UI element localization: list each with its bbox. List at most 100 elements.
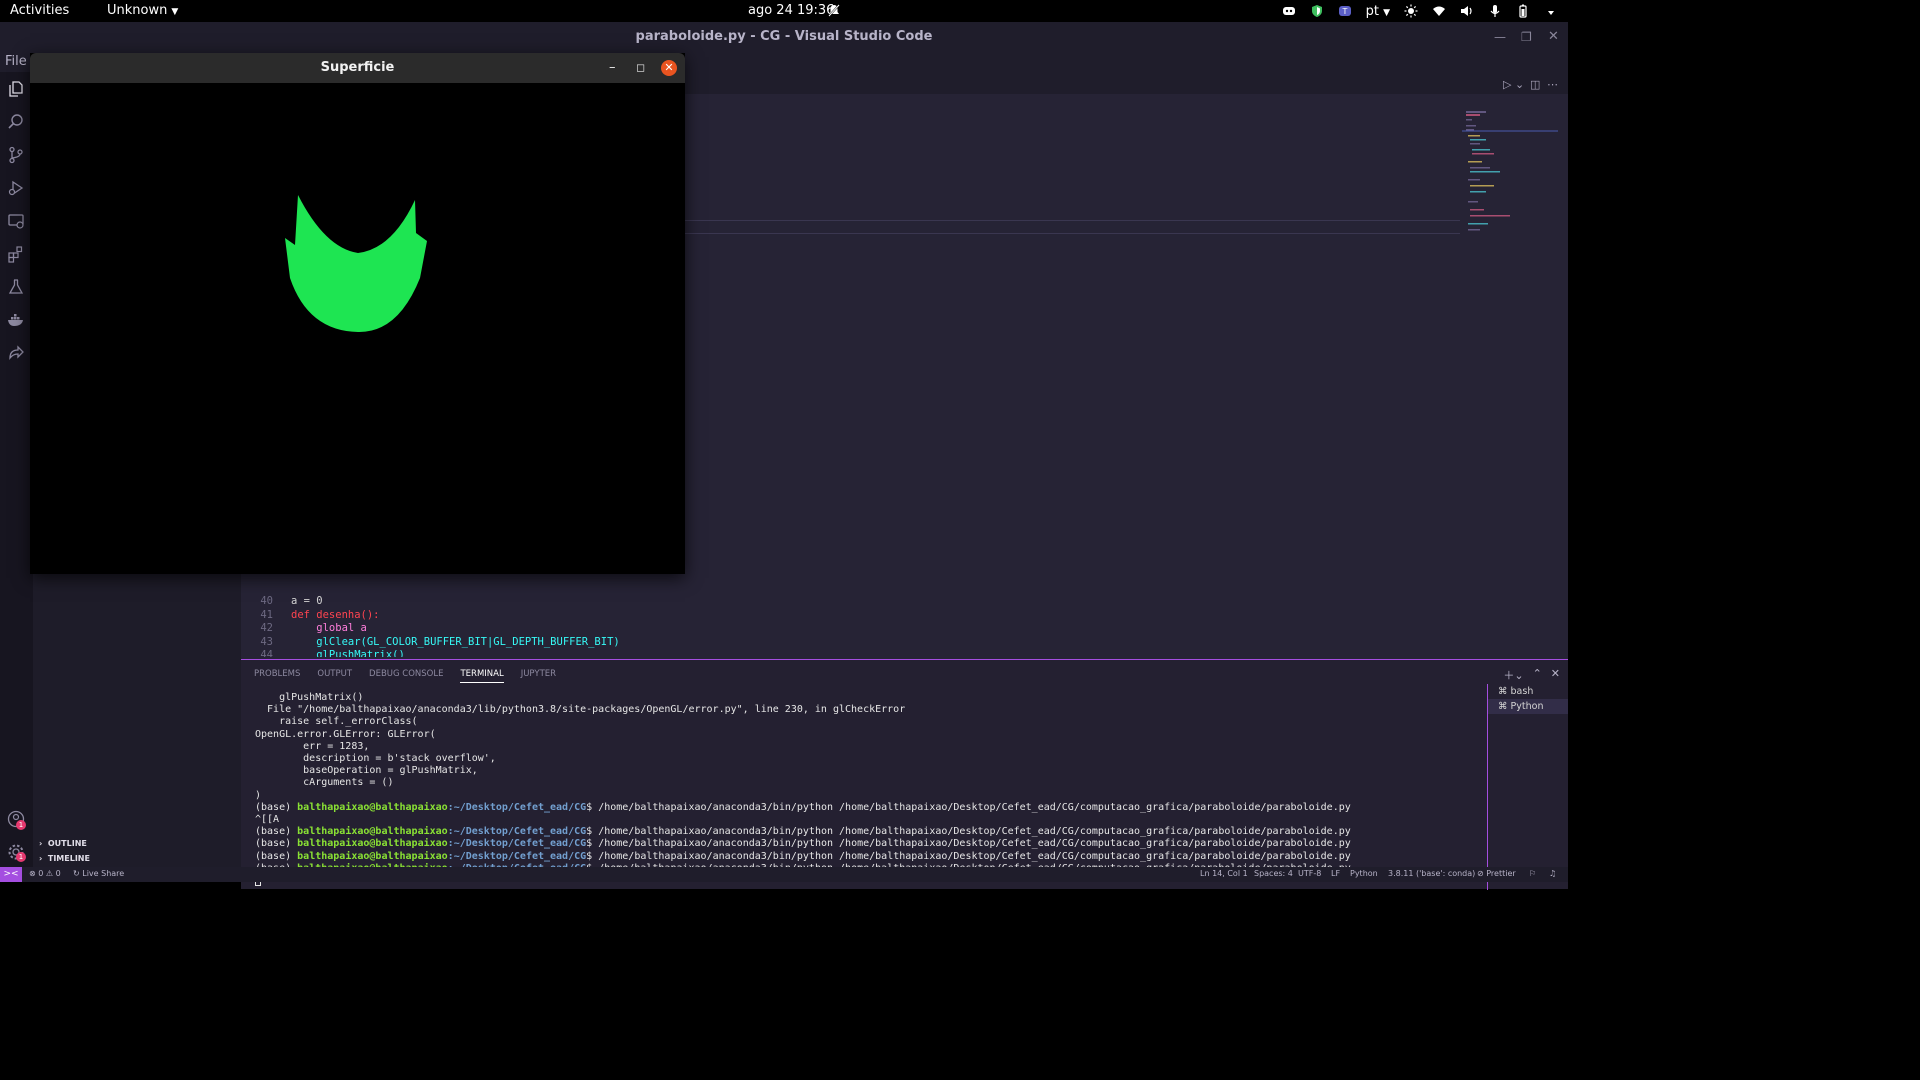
opengl-window: Superficie – ◻ ✕: [30, 53, 685, 574]
code-editor-lines[interactable]: 40 a = 0 41 def desenha(): 42 global a 43 …: [241, 595, 1461, 657]
window-title: paraboloide.py - CG - Visual Studio Code: [0, 22, 1568, 52]
tab-debug-console[interactable]: DEBUG CONSOLE: [369, 669, 443, 683]
terminal-line: File "/home/balthapaixao/anaconda3/lib/p…: [255, 704, 906, 716]
terminal-line: ^[[A: [255, 814, 280, 826]
activities-button[interactable]: Activities: [10, 3, 69, 18]
remote-indicator[interactable]: ><: [0, 867, 22, 882]
brightness-icon[interactable]: [1404, 4, 1418, 18]
line-number: 40: [260, 595, 273, 607]
volume-icon[interactable]: [1460, 4, 1474, 18]
terminal-line: OpenGL.error.GLError: GLError(: [255, 728, 436, 740]
prompt-user: balthapaixao@balthapaixao: [297, 826, 448, 838]
line-number: 44: [260, 649, 273, 658]
end-of-line[interactable]: LF: [1331, 869, 1340, 878]
encoding[interactable]: UTF-8: [1298, 869, 1321, 878]
prettier-status[interactable]: ⊘ Prettier: [1477, 869, 1516, 878]
remote-explorer-icon[interactable]: [7, 212, 25, 230]
outline-section[interactable]: › OUTLINE: [39, 839, 87, 848]
more-actions-icon[interactable]: ⋯: [1547, 78, 1558, 91]
discord-icon[interactable]: [1282, 4, 1296, 18]
docker-icon[interactable]: [7, 311, 25, 329]
paraboloid-surface: [285, 195, 427, 333]
settings-badge: 1: [16, 852, 26, 862]
power-menu-icon[interactable]: [1544, 4, 1558, 18]
wifi-icon[interactable]: [1432, 4, 1446, 18]
prompt-symbol: $: [586, 838, 599, 850]
terminal-line: raise self._errorClass(: [255, 716, 418, 728]
app-menu[interactable]: Unknown ▼: [107, 3, 178, 18]
minimize-icon[interactable]: —: [1494, 22, 1506, 52]
minimap[interactable]: [1462, 109, 1558, 249]
terminal-item-bash[interactable]: ⌘ bash: [1488, 684, 1568, 699]
close-icon[interactable]: ✕: [661, 60, 677, 76]
prompt-command: /home/balthapaixao/anaconda3/bin/python …: [598, 850, 1351, 862]
feedback-icon[interactable]: ⚐: [1529, 869, 1536, 878]
language-mode[interactable]: Python: [1350, 869, 1378, 878]
terminal-line: baseOperation = glPushMatrix,: [255, 765, 478, 777]
terminal-icon: ⌘: [1498, 686, 1511, 697]
close-icon[interactable]: ✕: [1548, 22, 1559, 52]
live-share-icon: ↻: [73, 869, 83, 878]
live-share-icon[interactable]: [7, 344, 25, 362]
prompt-command: /home/balthapaixao/anaconda3/bin/python …: [598, 826, 1351, 838]
terminal-list: ⌘ bash ⌘ Python: [1487, 684, 1568, 890]
code-text: def desenha():: [291, 608, 380, 621]
system-tray: T pt ▼: [1282, 2, 1558, 20]
clock[interactable]: ago 24 19:36: [748, 3, 834, 18]
timeline-section[interactable]: › TIMELINE: [39, 854, 90, 863]
notifications-icon[interactable]: ♫: [1549, 869, 1556, 878]
maximize-icon[interactable]: ◻: [636, 53, 645, 83]
extensions-icon[interactable]: [7, 245, 25, 263]
cursor-position[interactable]: Ln 14, Col 1: [1200, 869, 1248, 878]
maximize-panel-icon[interactable]: ⌃: [1533, 667, 1542, 683]
line-number: 43: [260, 635, 273, 648]
tab-terminal[interactable]: TERMINAL: [460, 669, 504, 683]
code-line: 42 global a: [241, 622, 1461, 636]
language-indicator[interactable]: pt ▼: [1366, 4, 1390, 19]
code-line: 44 glPushMatrix(): [241, 649, 1461, 657]
tab-jupyter[interactable]: JUPYTER: [521, 669, 556, 683]
menu-file[interactable]: File: [5, 54, 27, 69]
terminal-item-python[interactable]: ⌘ Python: [1488, 699, 1568, 714]
split-editor-icon[interactable]: ◫: [1530, 78, 1540, 91]
problems-count[interactable]: ⊗ 0 ⚠ 0: [29, 869, 61, 878]
new-terminal-icon[interactable]: ＋⌄: [1503, 667, 1523, 683]
prompt-env: (base): [255, 826, 298, 838]
code-line: 43 glClear(GL_COLOR_BUFFER_BIT|GL_DEPTH_…: [241, 636, 1461, 650]
tab-output[interactable]: OUTPUT: [317, 669, 352, 683]
indentation[interactable]: Spaces: 4: [1254, 869, 1293, 878]
testing-flask-icon[interactable]: [7, 278, 25, 296]
terminal-prompt-line: (base) balthapaixao@balthapaixao:~/Deskt…: [255, 802, 1485, 814]
app-menu-label: Unknown: [107, 3, 168, 18]
teams-icon[interactable]: T: [1338, 4, 1352, 18]
gnome-top-bar: Activities Unknown ▼ ago 24 19:36 T pt ▼: [0, 0, 1568, 22]
prompt-user: balthapaixao@balthapaixao: [297, 850, 448, 862]
run-debug-icon[interactable]: [7, 179, 25, 197]
run-python-icon[interactable]: ▷ ⌄: [1503, 78, 1524, 91]
outline-label: OUTLINE: [47, 839, 87, 848]
terminal-output[interactable]: glPushMatrix() File "/home/balthapaixao/…: [255, 692, 1485, 888]
prompt-path: :~/Desktop/Cefet_ead/CG: [447, 801, 587, 813]
terminal-prompt-line: (base) balthapaixao@balthapaixao:~/Deskt…: [255, 826, 1485, 838]
source-control-icon[interactable]: [7, 146, 25, 164]
current-line-highlight-bottom: [684, 233, 1460, 234]
terminal-line: description = b'stack overflow',: [255, 753, 496, 765]
search-icon[interactable]: [7, 113, 25, 131]
battery-icon[interactable]: [1516, 4, 1530, 18]
tab-problems[interactable]: PROBLEMS: [254, 669, 300, 683]
explorer-icon[interactable]: [7, 80, 25, 98]
opengl-canvas[interactable]: [30, 83, 685, 574]
prompt-command: /home/balthapaixao/anaconda3/bin/python …: [598, 838, 1351, 850]
restore-icon[interactable]: ❐: [1521, 22, 1532, 52]
live-share-button[interactable]: ↻ Live Share: [73, 869, 124, 878]
terminal-line: ): [255, 789, 262, 801]
microphone-icon[interactable]: [1488, 4, 1502, 18]
prompt-path: :~/Desktop/Cefet_ead/CG: [447, 838, 587, 850]
activity-bar: 1 1: [0, 72, 33, 868]
close-panel-icon[interactable]: ✕: [1551, 667, 1560, 683]
python-interpreter[interactable]: 3.8.11 ('base': conda): [1388, 869, 1475, 878]
shield-icon[interactable]: [1310, 4, 1324, 18]
prettier-label: Prettier: [1486, 869, 1516, 878]
status-bar: >< ⊗ 0 ⚠ 0 ↻ Live Share Ln 14, Col 1 Spa…: [0, 867, 1568, 882]
minimize-icon[interactable]: –: [609, 53, 616, 83]
